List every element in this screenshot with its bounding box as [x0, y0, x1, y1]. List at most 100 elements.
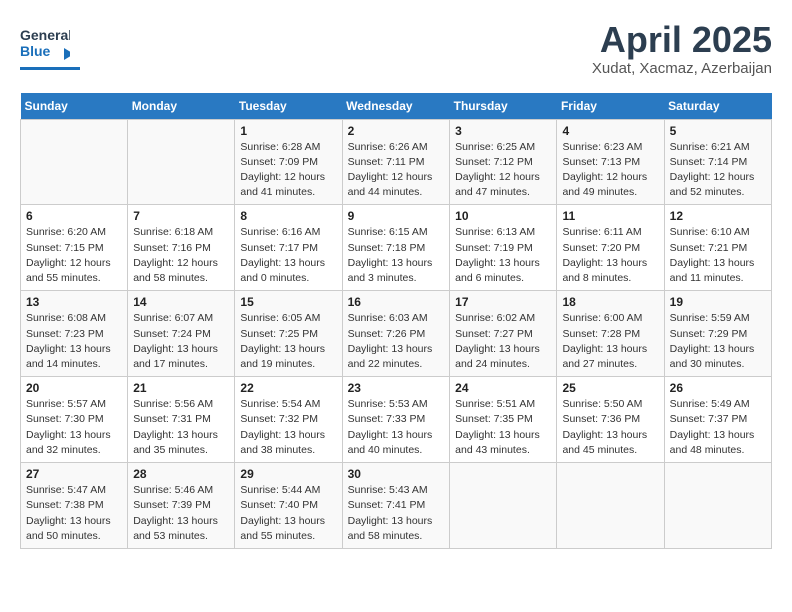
- day-info: Sunrise: 6:03 AMSunset: 7:26 PMDaylight:…: [348, 311, 445, 372]
- day-cell-5-4: 30 Sunrise: 5:43 AMSunset: 7:41 PMDaylig…: [342, 463, 450, 549]
- calendar-table: Sunday Monday Tuesday Wednesday Thursday…: [20, 93, 772, 549]
- day-info: Sunrise: 6:02 AMSunset: 7:27 PMDaylight:…: [455, 311, 551, 372]
- day-number: 21: [133, 381, 229, 395]
- day-number: 2: [348, 124, 445, 138]
- day-info: Sunrise: 6:28 AMSunset: 7:09 PMDaylight:…: [240, 140, 336, 201]
- day-cell-5-3: 29 Sunrise: 5:44 AMSunset: 7:40 PMDaylig…: [235, 463, 342, 549]
- weekday-header-row: Sunday Monday Tuesday Wednesday Thursday…: [21, 93, 772, 120]
- day-cell-2-3: 8 Sunrise: 6:16 AMSunset: 7:17 PMDayligh…: [235, 205, 342, 291]
- day-info: Sunrise: 6:08 AMSunset: 7:23 PMDaylight:…: [26, 311, 122, 372]
- day-number: 7: [133, 209, 229, 223]
- day-number: 20: [26, 381, 122, 395]
- day-number: 5: [670, 124, 766, 138]
- day-cell-2-4: 9 Sunrise: 6:15 AMSunset: 7:18 PMDayligh…: [342, 205, 450, 291]
- page-header: General Blue April 2025 Xudat, Xacmaz, A…: [20, 20, 772, 77]
- day-number: 16: [348, 295, 445, 309]
- day-number: 25: [562, 381, 658, 395]
- day-cell-5-2: 28 Sunrise: 5:46 AMSunset: 7:39 PMDaylig…: [128, 463, 235, 549]
- day-info: Sunrise: 6:26 AMSunset: 7:11 PMDaylight:…: [348, 140, 445, 201]
- day-number: 29: [240, 467, 336, 481]
- day-cell-3-3: 15 Sunrise: 6:05 AMSunset: 7:25 PMDaylig…: [235, 291, 342, 377]
- day-info: Sunrise: 5:44 AMSunset: 7:40 PMDaylight:…: [240, 483, 336, 544]
- day-number: 18: [562, 295, 658, 309]
- day-info: Sunrise: 5:47 AMSunset: 7:38 PMDaylight:…: [26, 483, 122, 544]
- day-number: 22: [240, 381, 336, 395]
- day-number: 19: [670, 295, 766, 309]
- day-info: Sunrise: 6:23 AMSunset: 7:13 PMDaylight:…: [562, 140, 658, 201]
- day-cell-2-1: 6 Sunrise: 6:20 AMSunset: 7:15 PMDayligh…: [21, 205, 128, 291]
- day-number: 17: [455, 295, 551, 309]
- day-cell-1-5: 3 Sunrise: 6:25 AMSunset: 7:12 PMDayligh…: [450, 119, 557, 205]
- day-cell-2-7: 12 Sunrise: 6:10 AMSunset: 7:21 PMDaylig…: [664, 205, 771, 291]
- day-cell-1-6: 4 Sunrise: 6:23 AMSunset: 7:13 PMDayligh…: [557, 119, 664, 205]
- day-number: 1: [240, 124, 336, 138]
- location-subtitle: Xudat, Xacmaz, Azerbaijan: [592, 60, 772, 77]
- header-wednesday: Wednesday: [342, 93, 450, 120]
- day-cell-1-1: [21, 119, 128, 205]
- day-number: 10: [455, 209, 551, 223]
- day-info: Sunrise: 6:05 AMSunset: 7:25 PMDaylight:…: [240, 311, 336, 372]
- day-number: 8: [240, 209, 336, 223]
- day-info: Sunrise: 6:07 AMSunset: 7:24 PMDaylight:…: [133, 311, 229, 372]
- day-cell-3-1: 13 Sunrise: 6:08 AMSunset: 7:23 PMDaylig…: [21, 291, 128, 377]
- day-info: Sunrise: 5:49 AMSunset: 7:37 PMDaylight:…: [670, 397, 766, 458]
- day-number: 14: [133, 295, 229, 309]
- day-info: Sunrise: 6:21 AMSunset: 7:14 PMDaylight:…: [670, 140, 766, 201]
- day-info: Sunrise: 6:11 AMSunset: 7:20 PMDaylight:…: [562, 225, 658, 286]
- day-cell-1-2: [128, 119, 235, 205]
- day-number: 26: [670, 381, 766, 395]
- day-cell-3-6: 18 Sunrise: 6:00 AMSunset: 7:28 PMDaylig…: [557, 291, 664, 377]
- day-cell-4-5: 24 Sunrise: 5:51 AMSunset: 7:35 PMDaylig…: [450, 377, 557, 463]
- day-cell-2-5: 10 Sunrise: 6:13 AMSunset: 7:19 PMDaylig…: [450, 205, 557, 291]
- day-cell-1-4: 2 Sunrise: 6:26 AMSunset: 7:11 PMDayligh…: [342, 119, 450, 205]
- day-cell-1-7: 5 Sunrise: 6:21 AMSunset: 7:14 PMDayligh…: [664, 119, 771, 205]
- day-number: 11: [562, 209, 658, 223]
- day-number: 6: [26, 209, 122, 223]
- day-number: 3: [455, 124, 551, 138]
- day-cell-4-6: 25 Sunrise: 5:50 AMSunset: 7:36 PMDaylig…: [557, 377, 664, 463]
- header-friday: Friday: [557, 93, 664, 120]
- day-cell-2-2: 7 Sunrise: 6:18 AMSunset: 7:16 PMDayligh…: [128, 205, 235, 291]
- day-number: 30: [348, 467, 445, 481]
- day-cell-3-2: 14 Sunrise: 6:07 AMSunset: 7:24 PMDaylig…: [128, 291, 235, 377]
- header-sunday: Sunday: [21, 93, 128, 120]
- logo: General Blue: [20, 20, 80, 70]
- day-info: Sunrise: 6:10 AMSunset: 7:21 PMDaylight:…: [670, 225, 766, 286]
- day-number: 27: [26, 467, 122, 481]
- day-cell-4-1: 20 Sunrise: 5:57 AMSunset: 7:30 PMDaylig…: [21, 377, 128, 463]
- day-cell-4-3: 22 Sunrise: 5:54 AMSunset: 7:32 PMDaylig…: [235, 377, 342, 463]
- day-info: Sunrise: 6:13 AMSunset: 7:19 PMDaylight:…: [455, 225, 551, 286]
- day-info: Sunrise: 5:46 AMSunset: 7:39 PMDaylight:…: [133, 483, 229, 544]
- day-info: Sunrise: 5:57 AMSunset: 7:30 PMDaylight:…: [26, 397, 122, 458]
- day-info: Sunrise: 6:16 AMSunset: 7:17 PMDaylight:…: [240, 225, 336, 286]
- day-info: Sunrise: 6:15 AMSunset: 7:18 PMDaylight:…: [348, 225, 445, 286]
- week-row-5: 27 Sunrise: 5:47 AMSunset: 7:38 PMDaylig…: [21, 463, 772, 549]
- day-cell-5-1: 27 Sunrise: 5:47 AMSunset: 7:38 PMDaylig…: [21, 463, 128, 549]
- day-info: Sunrise: 5:50 AMSunset: 7:36 PMDaylight:…: [562, 397, 658, 458]
- day-info: Sunrise: 5:43 AMSunset: 7:41 PMDaylight:…: [348, 483, 445, 544]
- week-row-1: 1 Sunrise: 6:28 AMSunset: 7:09 PMDayligh…: [21, 119, 772, 205]
- day-number: 9: [348, 209, 445, 223]
- day-number: 23: [348, 381, 445, 395]
- week-row-3: 13 Sunrise: 6:08 AMSunset: 7:23 PMDaylig…: [21, 291, 772, 377]
- logo-icon: General Blue: [20, 20, 70, 65]
- title-block: April 2025 Xudat, Xacmaz, Azerbaijan: [592, 20, 772, 77]
- header-monday: Monday: [128, 93, 235, 120]
- day-info: Sunrise: 6:25 AMSunset: 7:12 PMDaylight:…: [455, 140, 551, 201]
- header-thursday: Thursday: [450, 93, 557, 120]
- day-info: Sunrise: 5:59 AMSunset: 7:29 PMDaylight:…: [670, 311, 766, 372]
- month-title: April 2025: [592, 20, 772, 60]
- day-cell-3-7: 19 Sunrise: 5:59 AMSunset: 7:29 PMDaylig…: [664, 291, 771, 377]
- day-info: Sunrise: 5:53 AMSunset: 7:33 PMDaylight:…: [348, 397, 445, 458]
- header-tuesday: Tuesday: [235, 93, 342, 120]
- week-row-4: 20 Sunrise: 5:57 AMSunset: 7:30 PMDaylig…: [21, 377, 772, 463]
- day-number: 12: [670, 209, 766, 223]
- svg-text:Blue: Blue: [20, 43, 51, 59]
- day-number: 24: [455, 381, 551, 395]
- svg-text:General: General: [20, 27, 70, 43]
- day-cell-4-7: 26 Sunrise: 5:49 AMSunset: 7:37 PMDaylig…: [664, 377, 771, 463]
- day-cell-4-4: 23 Sunrise: 5:53 AMSunset: 7:33 PMDaylig…: [342, 377, 450, 463]
- day-number: 4: [562, 124, 658, 138]
- day-info: Sunrise: 5:51 AMSunset: 7:35 PMDaylight:…: [455, 397, 551, 458]
- day-info: Sunrise: 6:18 AMSunset: 7:16 PMDaylight:…: [133, 225, 229, 286]
